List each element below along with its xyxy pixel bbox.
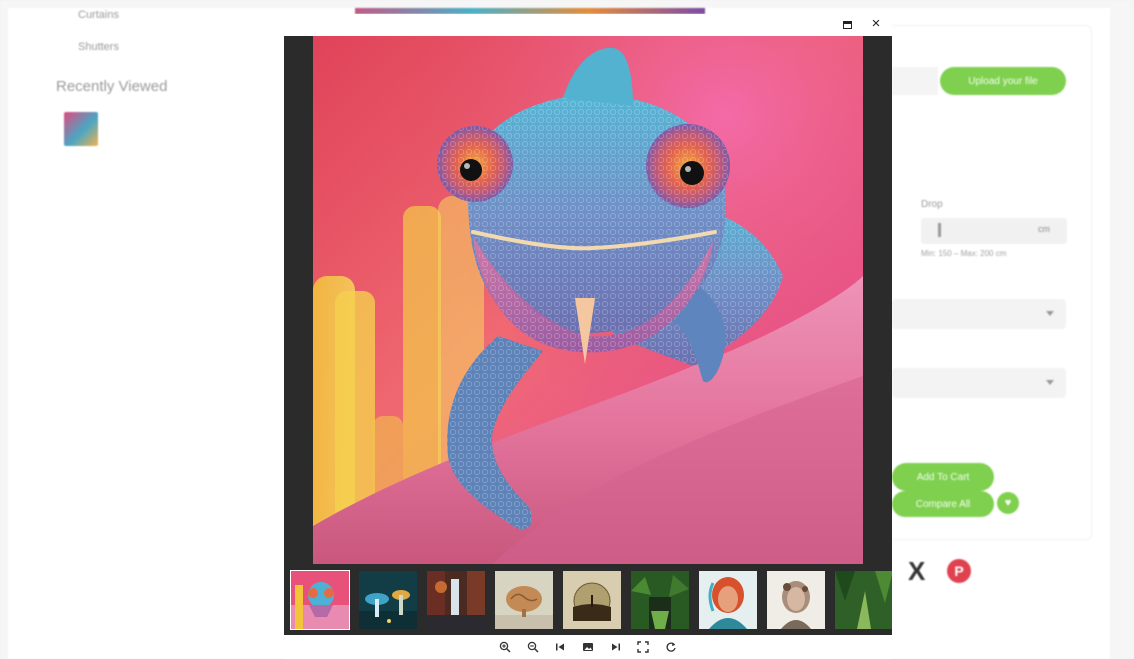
viewer-titlebar: × (284, 14, 892, 36)
pinterest-icon[interactable]: P (947, 559, 971, 583)
recently-viewed-title: Recently Viewed (56, 78, 168, 95)
thumb-brain[interactable] (494, 570, 554, 630)
drop-label: Drop (921, 199, 943, 210)
close-icon[interactable]: × (868, 16, 884, 32)
chameleon-image[interactable] (313, 36, 863, 564)
thumb-chameleon[interactable] (290, 570, 350, 630)
drop-hint: Min: 150 – Max: 200 cm (921, 249, 1007, 258)
sidebar-link-curtains[interactable]: Curtains (78, 9, 119, 21)
thumb-tree-sphere[interactable] (562, 570, 622, 630)
image-viewer-modal: × (284, 14, 892, 659)
zoom-in-icon[interactable] (496, 638, 514, 656)
viewer-toolbar (485, 635, 691, 659)
sidebar-link-shutters[interactable]: Shutters (78, 41, 119, 53)
previous-icon[interactable] (551, 638, 569, 656)
next-icon[interactable] (607, 638, 625, 656)
upload-file-button[interactable]: Upload your file (940, 67, 1066, 95)
thumbnail-strip (284, 564, 892, 635)
recently-viewed-thumb[interactable] (64, 112, 98, 146)
thumb-woman-portrait[interactable] (698, 570, 758, 630)
add-to-cart-button[interactable]: Add To Cart (892, 463, 994, 491)
thumb-mushroom-forest[interactable] (358, 570, 418, 630)
option-select-2[interactable] (892, 368, 1066, 398)
upload-file-field[interactable] (892, 67, 938, 95)
option-select-1[interactable] (892, 299, 1066, 329)
thumb-jungle-path[interactable] (834, 570, 892, 630)
viewer-stage (284, 36, 892, 564)
thumb-jungle[interactable] (630, 570, 690, 630)
thumb-waterfall[interactable] (426, 570, 486, 630)
drop-input-caret (938, 223, 941, 237)
image-icon[interactable] (579, 638, 597, 656)
drop-unit: cm (1038, 224, 1050, 234)
reset-icon[interactable] (662, 638, 680, 656)
left-panel (8, 8, 278, 659)
compare-button[interactable]: Compare All (892, 491, 994, 517)
fullscreen-icon[interactable] (634, 638, 652, 656)
thumb-cyborg-portrait[interactable] (766, 570, 826, 630)
wishlist-heart-icon[interactable]: ♥ (997, 492, 1019, 514)
zoom-out-icon[interactable] (524, 638, 542, 656)
maximize-icon[interactable] (840, 18, 854, 32)
x-icon[interactable]: X (908, 556, 925, 587)
